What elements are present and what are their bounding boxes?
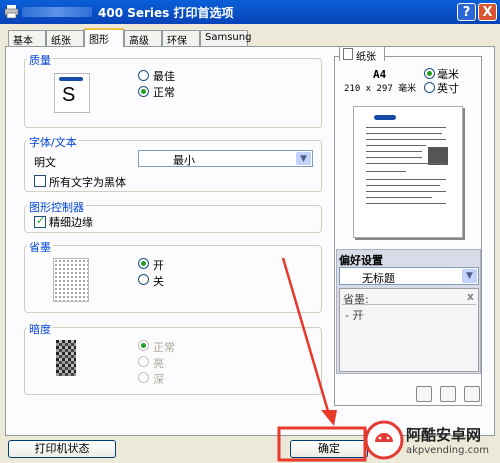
page-icon bbox=[343, 48, 353, 60]
printer-status-button[interactable]: 打印机状态 bbox=[8, 440, 116, 458]
preferences-list-item: - 开 bbox=[345, 309, 364, 322]
tab-samsung[interactable]: Samsung bbox=[200, 30, 251, 46]
all-text-black-label: 所有文字为黑体 bbox=[49, 176, 126, 189]
unit-inch-label: 英寸 bbox=[437, 82, 459, 95]
darkness-dark-label: 深 bbox=[153, 373, 164, 386]
tab-basic[interactable]: 基本 bbox=[8, 30, 46, 47]
paper-dims-label: 210 x 297 毫米 bbox=[344, 84, 417, 94]
help-button[interactable]: ? bbox=[457, 3, 476, 21]
paper-preview-tab[interactable]: 纸张 bbox=[339, 46, 385, 63]
quality-preview: S bbox=[54, 73, 90, 113]
save-preset-icon[interactable] bbox=[440, 386, 456, 402]
graphic-controller-title: 图形控制器 bbox=[27, 199, 86, 215]
new-preset-icon[interactable] bbox=[416, 386, 432, 402]
quality-best-radio[interactable] bbox=[138, 70, 149, 81]
darkness-light-label: 亮 bbox=[153, 357, 164, 370]
watermark-url: akpvending.com bbox=[406, 445, 490, 456]
fine-edge-label: 精细边缘 bbox=[49, 216, 93, 229]
darkness-title: 暗度 bbox=[27, 321, 53, 337]
unit-inch-radio[interactable] bbox=[424, 82, 435, 93]
preferences-select[interactable]: 无标题 ▼ bbox=[339, 267, 479, 285]
text-mode-select[interactable]: 最小 ▼ bbox=[138, 150, 313, 167]
toner-save-off-label: 关 bbox=[153, 275, 164, 288]
toner-save-preview bbox=[53, 258, 89, 302]
darkness-checker-preview bbox=[56, 340, 76, 376]
tab-eco[interactable]: 环保 bbox=[162, 30, 200, 47]
quality-normal-label: 正常 bbox=[153, 86, 175, 99]
android-logo-icon bbox=[364, 420, 404, 460]
paper-size-label: A4 bbox=[373, 68, 387, 81]
darkness-normal-radio[interactable] bbox=[138, 340, 149, 351]
watermark-text: 阿酷安卓网 bbox=[406, 426, 482, 444]
toner-save-off-radio[interactable] bbox=[138, 274, 149, 285]
chevron-down-icon[interactable]: ▼ bbox=[296, 152, 311, 165]
darkness-light-radio[interactable] bbox=[138, 356, 149, 367]
preferences-list: 省墨: x - 开 bbox=[339, 288, 479, 372]
window-title: 400 Series 打印首选项 bbox=[98, 6, 234, 20]
watermark: 阿酷安卓网 akpvending.com bbox=[364, 418, 500, 463]
delete-preset-icon[interactable] bbox=[464, 386, 480, 402]
chevron-down-icon[interactable]: ▼ bbox=[462, 269, 477, 283]
preferences-list-close-icon[interactable]: x bbox=[467, 290, 474, 303]
samsung-logo-icon bbox=[374, 115, 396, 120]
fine-edge-checkbox[interactable] bbox=[34, 214, 46, 228]
tab-graphics[interactable]: 图形 bbox=[84, 28, 124, 47]
ok-button[interactable]: 确定 bbox=[290, 440, 368, 458]
tab-paper[interactable]: 纸张 bbox=[46, 30, 84, 47]
quality-best-label: 最佳 bbox=[153, 70, 175, 83]
close-button[interactable]: X bbox=[478, 3, 497, 21]
page-preview-image bbox=[353, 106, 463, 238]
text-mode-label: 明文 bbox=[34, 156, 56, 169]
paper-preview-tab-label: 纸张 bbox=[356, 52, 376, 63]
quality-normal-radio[interactable] bbox=[138, 86, 149, 97]
toner-save-on-label: 开 bbox=[153, 259, 164, 272]
printer-icon bbox=[4, 5, 19, 19]
text-mode-value: 最小 bbox=[173, 154, 195, 167]
preferences-select-value: 无标题 bbox=[362, 272, 395, 285]
blurred-model-name bbox=[22, 7, 92, 17]
tab-advanced[interactable]: 高级 bbox=[124, 30, 162, 47]
toner-save-title: 省墨 bbox=[27, 239, 53, 255]
toner-save-on-radio[interactable] bbox=[138, 258, 149, 269]
preferences-title: 偏好设置 bbox=[339, 254, 383, 267]
quality-preview-letter: S bbox=[62, 84, 76, 106]
darkness-normal-label: 正常 bbox=[153, 341, 175, 354]
darkness-dark-radio[interactable] bbox=[138, 372, 149, 383]
title-bar: 400 Series 打印首选项 ? X bbox=[0, 0, 500, 24]
quality-title: 质量 bbox=[27, 52, 53, 68]
samsung-logo-icon bbox=[59, 77, 83, 81]
font-text-title: 字体/文本 bbox=[27, 134, 79, 150]
unit-mm-radio[interactable] bbox=[424, 68, 435, 79]
all-text-black-checkbox[interactable] bbox=[34, 175, 46, 187]
